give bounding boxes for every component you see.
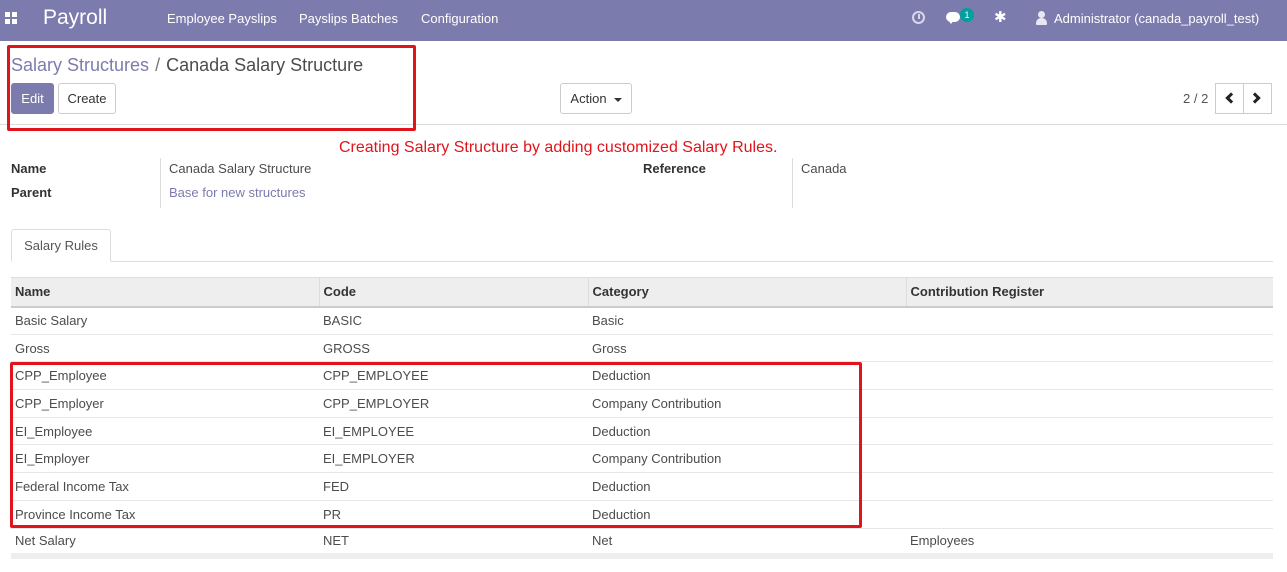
cell-name: Gross	[11, 334, 319, 363]
chat-icon[interactable]	[946, 12, 960, 24]
cell-register	[906, 472, 1273, 501]
debug-bug-icon[interactable]: ✱	[994, 9, 1007, 27]
cell-register	[906, 417, 1273, 446]
column-header-category[interactable]: Category	[587, 277, 906, 308]
menu-employee-payslips[interactable]: Employee Payslips	[167, 11, 277, 26]
menu-payslips-batches[interactable]: Payslips Batches	[299, 11, 398, 26]
field-separator	[160, 158, 161, 208]
app-name: Payroll	[43, 6, 108, 29]
parent-label: Parent	[11, 185, 52, 200]
action-label: Action	[570, 91, 607, 106]
cell-code: NET	[319, 528, 588, 559]
tab-salary-rules[interactable]: Salary Rules	[11, 229, 111, 262]
cell-register: Employees	[906, 528, 1273, 559]
cell-name: Basic Salary	[11, 306, 319, 335]
cell-code: BASIC	[319, 306, 588, 335]
column-header-name[interactable]: Name	[11, 277, 319, 308]
cell-register	[906, 306, 1273, 335]
top-navbar: Payroll Employee Payslips Payslips Batch…	[0, 0, 1287, 41]
name-value: Canada Salary Structure	[169, 161, 312, 176]
chat-count-badge: 1	[960, 8, 974, 22]
cell-register	[906, 500, 1273, 529]
caret-down-icon	[613, 97, 622, 102]
cell-register	[906, 444, 1273, 474]
cell-code: GROSS	[319, 334, 588, 363]
cell-register	[906, 389, 1273, 418]
field-separator	[792, 158, 793, 208]
column-header-contribution-register[interactable]: Contribution Register	[905, 277, 1273, 308]
column-header-code[interactable]: Code	[318, 277, 588, 308]
cell-register	[906, 361, 1273, 391]
user-menu[interactable]: Administrator (canada_payroll_test)	[1054, 11, 1259, 26]
name-label: Name	[11, 161, 47, 176]
annotation-box-rules	[10, 362, 862, 528]
cell-category: Basic	[588, 306, 906, 335]
parent-link[interactable]: Base for new structures	[169, 185, 306, 200]
reference-label: Reference	[643, 161, 706, 176]
user-avatar-icon[interactable]	[1036, 11, 1047, 25]
table-row[interactable]: Basic Salary BASIC Basic	[11, 306, 1273, 335]
pager-previous-button[interactable]	[1215, 83, 1244, 114]
annotation-text: Creating Salary Structure by adding cust…	[339, 139, 778, 156]
pager-next-button[interactable]	[1243, 83, 1272, 114]
action-dropdown[interactable]: Action	[560, 83, 632, 114]
activity-clock-icon[interactable]	[912, 11, 925, 24]
apps-menu-icon[interactable]	[5, 12, 17, 24]
cell-category: Net	[588, 528, 906, 559]
table-row[interactable]: Gross GROSS Gross	[11, 334, 1273, 363]
table-row[interactable]: Net Salary NET Net Employees	[11, 528, 1273, 559]
pager-value: 2 / 2	[1183, 91, 1209, 106]
tab-underline	[11, 261, 1273, 262]
menu-configuration[interactable]: Configuration	[421, 11, 498, 26]
annotation-box-header	[7, 45, 416, 131]
cell-category: Gross	[588, 334, 906, 363]
reference-value: Canada	[801, 161, 847, 176]
cell-register	[906, 334, 1273, 363]
cell-name: Net Salary	[11, 528, 319, 559]
chevron-right-icon	[1249, 92, 1261, 104]
table-header-row: Name Code Category Contribution Register	[11, 277, 1273, 308]
chevron-left-icon	[1225, 92, 1237, 104]
